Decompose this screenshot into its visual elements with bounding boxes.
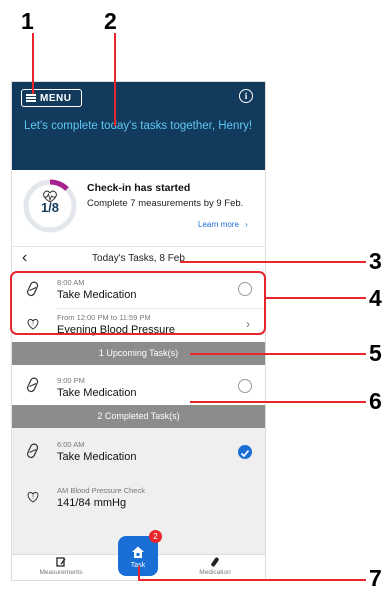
nav-medication[interactable]: Medication bbox=[190, 557, 240, 576]
clipboard-icon bbox=[56, 557, 66, 567]
task-row[interactable]: 9:00 PM Take Medication bbox=[12, 365, 265, 405]
checkin-card: 1/8 Check-in has started Complete 7 meas… bbox=[12, 170, 265, 246]
checkmark-icon bbox=[240, 449, 250, 458]
pill-icon bbox=[26, 377, 39, 393]
callout-1-line bbox=[32, 33, 34, 94]
callout-4-box bbox=[10, 271, 266, 335]
task-time: AM Blood Pressure Check bbox=[57, 486, 145, 495]
callout-5-line bbox=[190, 353, 366, 355]
task-name: Take Medication bbox=[57, 451, 137, 463]
checkin-progress-text: 1/8 bbox=[40, 200, 60, 215]
callout-7: 7 bbox=[369, 565, 382, 591]
task-time: 9:00 PM bbox=[57, 376, 85, 385]
callout-7-line bbox=[138, 579, 366, 581]
callout-6-line bbox=[190, 401, 366, 403]
callout-1: 1 bbox=[21, 8, 34, 34]
info-icon[interactable]: i bbox=[239, 89, 253, 103]
learn-more-link[interactable]: Learn more › bbox=[198, 220, 248, 229]
task-row[interactable]: 6:00 AM Take Medication bbox=[12, 428, 265, 474]
callout-4: 4 bbox=[369, 285, 382, 311]
hamburger-icon bbox=[26, 94, 36, 102]
pill-icon bbox=[211, 557, 219, 567]
heart-icon: ! bbox=[27, 491, 39, 503]
pill-icon bbox=[26, 443, 39, 459]
callout-6: 6 bbox=[369, 388, 382, 414]
task-badge: 2 bbox=[149, 530, 162, 543]
home-task-icon bbox=[132, 546, 144, 558]
callout-3-line bbox=[180, 261, 366, 263]
callout-3: 3 bbox=[369, 248, 382, 274]
chevron-right-icon: › bbox=[245, 220, 248, 229]
task-complete-radio[interactable] bbox=[238, 379, 252, 393]
callout-5: 5 bbox=[369, 340, 382, 366]
svg-text:!: ! bbox=[32, 495, 34, 501]
nav-measurements[interactable]: Measurements bbox=[36, 557, 86, 576]
checkin-description: Complete 7 measurements by 9 Feb. bbox=[87, 198, 244, 209]
menu-button[interactable]: MENU bbox=[21, 89, 82, 107]
checkin-title: Check-in has started bbox=[87, 182, 191, 194]
task-checked-radio[interactable] bbox=[238, 445, 252, 459]
callout-2-line bbox=[114, 33, 116, 126]
completed-section-header: 2 Completed Task(s) bbox=[12, 405, 265, 428]
task-name: 141/84 mmHg bbox=[57, 497, 127, 509]
task-time: 6:00 AM bbox=[57, 440, 85, 449]
header-banner: MENU i Let's complete today's tasks toge… bbox=[12, 82, 265, 170]
task-name: Take Medication bbox=[57, 387, 137, 399]
callout-2: 2 bbox=[104, 8, 117, 34]
date-navigation: ‹ Today's Tasks, 8 Feb bbox=[12, 246, 265, 271]
greeting-text: Let's complete today's tasks together, H… bbox=[24, 120, 253, 132]
callout-4-line bbox=[266, 297, 366, 299]
menu-label: MENU bbox=[40, 92, 72, 104]
